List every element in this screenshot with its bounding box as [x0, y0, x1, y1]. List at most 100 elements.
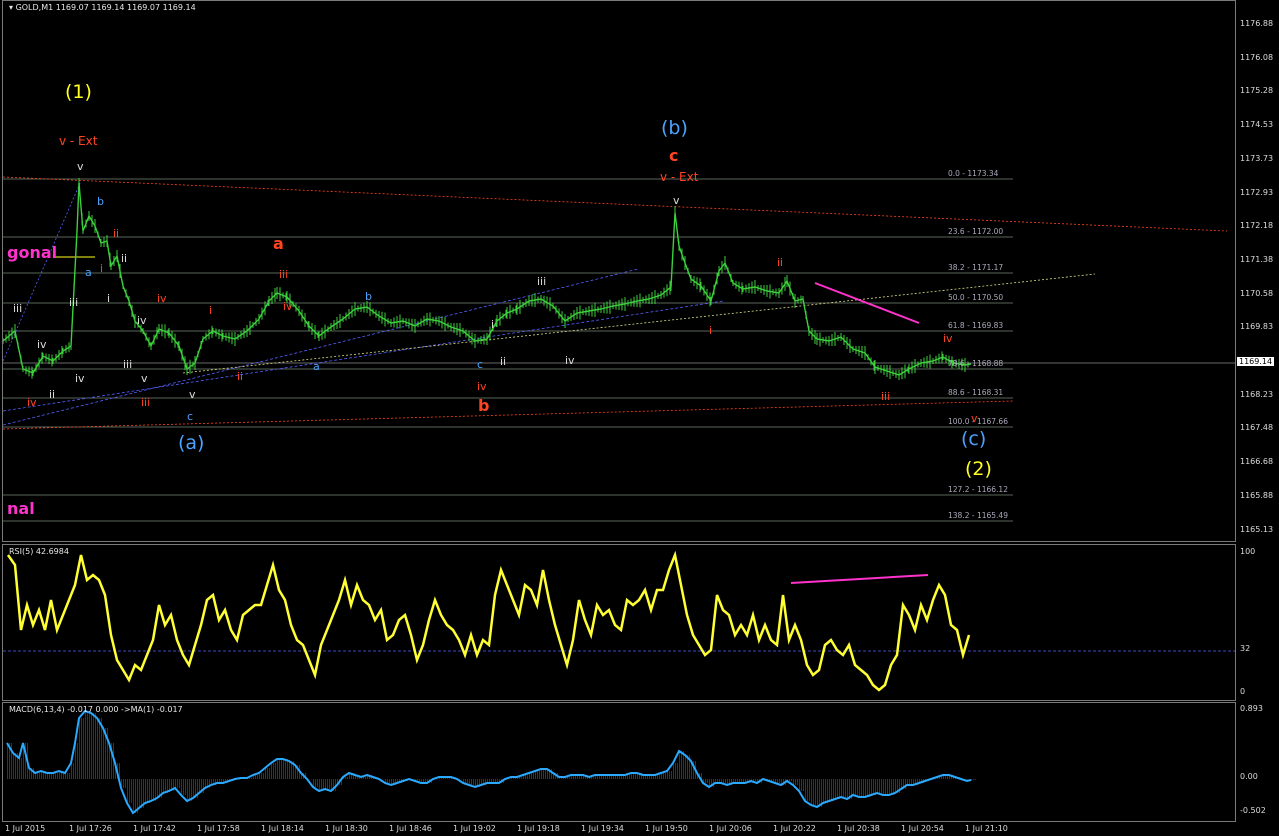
macd-histogram-bar	[935, 779, 936, 780]
macd-histogram-bar	[551, 769, 552, 779]
blue-trend-line	[3, 268, 639, 426]
price-chart-pane[interactable]: ▾ GOLD,M1 1169.07 1169.14 1169.07 1169.1…	[2, 0, 1236, 542]
price-axis-label: 1174.53	[1240, 120, 1274, 130]
macd-histogram-bar	[593, 777, 594, 779]
time-axis-label: 1 Jul 18:30	[325, 824, 368, 833]
macd-histogram-bar	[879, 779, 880, 793]
price-axis-label: 1166.68	[1240, 457, 1274, 467]
macd-histogram-bar	[545, 769, 546, 779]
diagonal-label-bottom: nal	[7, 499, 35, 518]
macd-pane[interactable]: MACD(6,13,4) -0.017 0.000 ->MA(1) -0.017	[2, 702, 1236, 822]
rsi-axis: 100 32 0	[1236, 544, 1279, 699]
macd-histogram-bar	[855, 779, 856, 795]
macd-histogram-bar	[181, 779, 182, 795]
time-axis-label: 1 Jul 21:10	[965, 824, 1008, 833]
macd-histogram-bar	[311, 779, 312, 780]
macd-histogram-bar	[317, 779, 318, 787]
time-axis-label: 1 Jul 18:46	[389, 824, 432, 833]
macd-histogram-bar	[777, 779, 778, 783]
macd-histogram-bar	[89, 711, 90, 779]
macd-histogram-bar	[973, 779, 974, 780]
macd-histogram-bar	[665, 773, 666, 779]
price-axis-label: 1176.88	[1240, 19, 1274, 28]
time-axis[interactable]: 1 Jul 2015 1 Jul 17:26 1 Jul 17:42 1 Jul 17…	[0, 822, 1279, 836]
macd-histogram-bar	[347, 777, 348, 779]
fib-level-label: 88.6 - 1168.31	[948, 388, 1004, 397]
v-ext-label-2: v - Ext	[660, 170, 699, 184]
subwave-label: ii	[500, 355, 507, 368]
wave-red-c-label: c	[669, 146, 679, 165]
time-axis-label: 1 Jul 20:22	[773, 824, 816, 833]
macd-histogram-bar	[533, 773, 534, 779]
fib-level-label: 78.6 - 1168.88	[948, 359, 1004, 368]
macd-histogram-bar	[795, 779, 796, 785]
subwave-label: iv	[37, 338, 47, 351]
subwave-label: v	[141, 372, 148, 385]
subwave-label: iv	[283, 300, 293, 313]
macd-histogram-bar	[675, 763, 676, 779]
blue-trend-line-2	[3, 300, 724, 412]
price-axis-label: 1175.28	[1240, 86, 1274, 96]
macd-histogram-bar	[437, 779, 438, 780]
macd-histogram-bar	[905, 779, 906, 789]
time-axis-label: 1 Jul 20:54	[901, 824, 944, 833]
fib-level-label: 50.0 - 1170.50	[948, 293, 1004, 302]
price-series-line	[3, 182, 972, 376]
time-axis-label: 1 Jul 19:02	[453, 824, 496, 833]
subwave-label: iii	[69, 296, 79, 309]
macd-histogram-bar	[883, 779, 884, 795]
macd-histogram-bar	[285, 759, 286, 779]
macd-histogram-bar	[257, 775, 258, 779]
macd-histogram-bar	[419, 779, 420, 781]
wave-a-label: (a)	[178, 432, 205, 454]
rsi-axis-32: 32	[1240, 644, 1251, 653]
macd-histogram-bar	[471, 779, 472, 785]
macd-canvas[interactable]	[3, 703, 1235, 821]
macd-histogram-bar	[175, 779, 176, 788]
macd-histogram-bar	[277, 759, 278, 779]
price-axis[interactable]: 1176.88 1176.08 1175.28 1174.53 1173.73 1172.…	[1236, 0, 1279, 540]
macd-histogram-bar	[885, 779, 886, 795]
macd-histogram-bar	[871, 779, 872, 795]
subwave-label: v	[673, 194, 680, 207]
macd-histogram-bar	[865, 779, 866, 797]
wave-b-label: (b)	[661, 117, 688, 139]
macd-histogram-bar	[7, 743, 8, 779]
macd-histogram-bar	[881, 779, 882, 793]
chevron-down-icon[interactable]: ▾	[9, 3, 13, 12]
macd-histogram-bar	[261, 773, 262, 779]
macd-histogram-bar	[179, 779, 180, 788]
macd-histogram-bar	[857, 779, 858, 795]
macd-histogram-bar	[791, 779, 792, 781]
macd-histogram-bar	[139, 779, 140, 808]
wave-red-a-label: a	[273, 234, 284, 253]
macd-histogram-bar	[255, 775, 256, 779]
macd-histogram-bar	[177, 779, 178, 788]
macd-histogram-bar	[805, 779, 806, 801]
subwave-label: iii	[123, 358, 133, 371]
subwave-label: ii	[113, 227, 120, 240]
macd-histogram-bar	[659, 775, 660, 779]
subwave-label: i	[107, 292, 111, 305]
macd-histogram-bar	[887, 779, 888, 795]
macd-histogram-bar	[165, 779, 166, 793]
macd-histogram-bar	[831, 779, 832, 801]
rsi-canvas[interactable]	[3, 545, 1235, 700]
price-axis-label: 1172.18	[1240, 221, 1274, 231]
macd-histogram-bar	[273, 763, 274, 779]
subwave-label: b	[365, 290, 372, 303]
macd-histogram-bar	[837, 779, 838, 799]
price-chart-canvas[interactable]	[3, 1, 1235, 541]
macd-histogram-bar	[569, 777, 570, 779]
macd-histogram-bar	[509, 779, 510, 780]
macd-histogram-bar	[67, 773, 68, 779]
macd-histogram-bar	[827, 779, 828, 803]
rsi-pane[interactable]: RSI(5) 42.6984	[2, 544, 1236, 701]
macd-histogram-bar	[847, 779, 848, 799]
macd-histogram-bar	[797, 779, 798, 785]
macd-histogram-bar	[149, 779, 150, 803]
time-axis-label: 1 Jul 19:34	[581, 824, 624, 833]
macd-histogram-bar	[941, 777, 942, 779]
macd-histogram-bar	[125, 779, 126, 788]
macd-histogram-bar	[803, 779, 804, 791]
